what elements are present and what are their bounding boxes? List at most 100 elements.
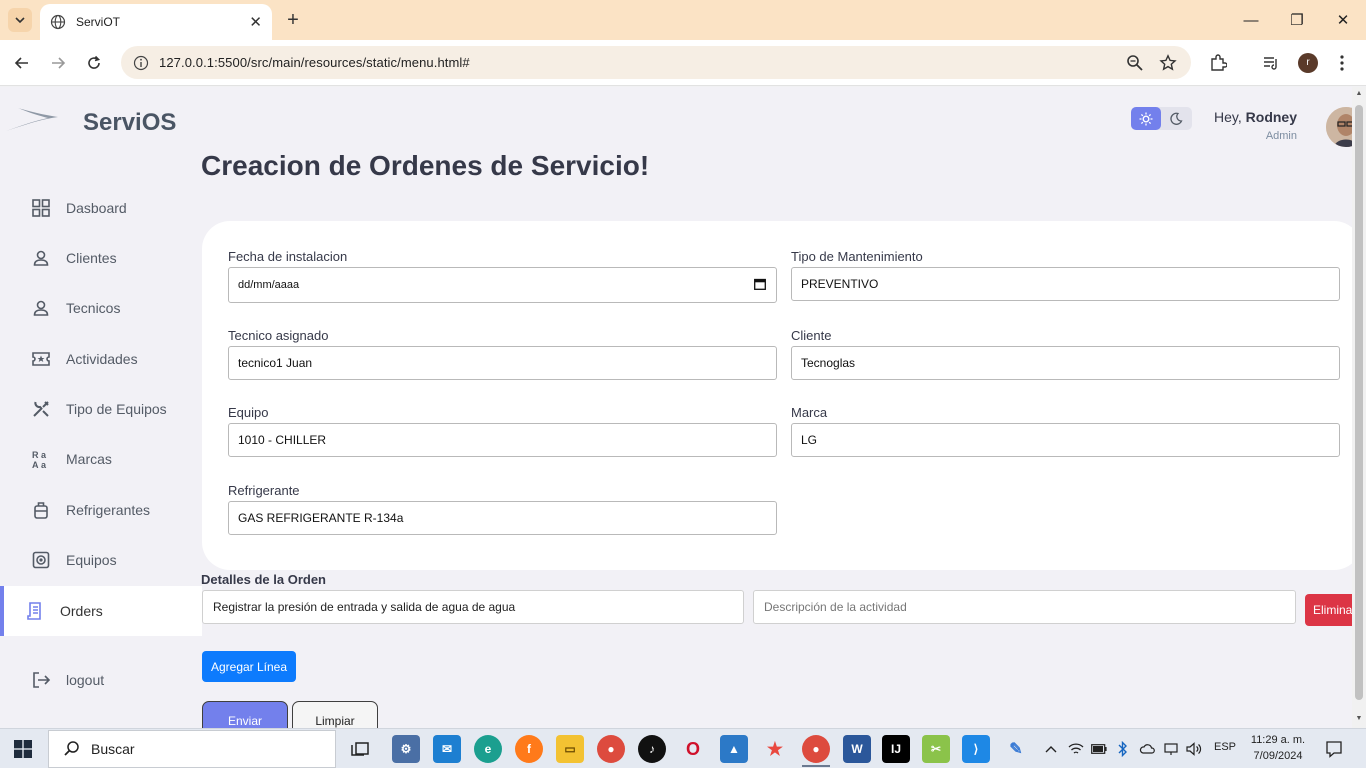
fecha-date-input[interactable]: dd/mm/aaaa [228, 267, 777, 303]
minimize-icon[interactable]: — [1228, 0, 1274, 40]
network-app-icon[interactable]: ⚙ [392, 735, 420, 763]
snipping-tool-icon[interactable]: ✂ [922, 735, 950, 763]
volume-icon[interactable] [1186, 741, 1202, 757]
refrigerante-field[interactable]: GAS REFRIGERANTE R-134a [228, 501, 777, 535]
paint-icon[interactable]: ✎ [1002, 735, 1030, 763]
svg-text:a: a [41, 460, 47, 469]
sidebar-item-label: Clientes [66, 250, 117, 266]
sidebar-item-marcas[interactable]: RaAa Marcas [0, 434, 202, 484]
window-close-icon[interactable]: ✕ [1320, 0, 1366, 40]
display-icon[interactable] [1163, 741, 1179, 757]
file-explorer-icon[interactable]: ▭ [556, 735, 584, 763]
sidebar-item-refrigerantes[interactable]: Refrigerantes [0, 485, 202, 535]
delete-line-button[interactable]: Eliminar [1305, 594, 1352, 626]
browser-profile-avatar[interactable]: r [1298, 53, 1318, 73]
tipo-mantenimiento-label: Tipo de Mantenimiento [791, 249, 923, 264]
marca-field[interactable]: LG [791, 423, 1340, 457]
site-info-icon[interactable] [133, 55, 149, 71]
taskbar-clock[interactable]: 11:29 a. m. 7/09/2024 [1242, 732, 1314, 764]
menu-kebab-icon[interactable] [1331, 52, 1353, 74]
sidebar-item-equipos[interactable]: Equipos [0, 535, 202, 585]
firefox-icon[interactable]: f [515, 735, 543, 763]
back-icon[interactable] [10, 51, 34, 75]
chrome-icon[interactable]: ● [597, 735, 625, 763]
person-icon [30, 248, 51, 269]
sidebar-item-clientes[interactable]: Clientes [0, 233, 202, 283]
forward-icon[interactable] [46, 51, 70, 75]
zoom-icon[interactable] [1126, 54, 1144, 72]
scrollbar-thumb[interactable] [1355, 105, 1363, 700]
tiktok-icon[interactable]: ♪ [638, 735, 666, 763]
chevron-up-icon[interactable] [1043, 741, 1059, 757]
windows-start-icon[interactable] [14, 740, 32, 758]
battery-icon[interactable] [1091, 741, 1107, 757]
sidebar-item-label: Orders [60, 603, 103, 619]
page-scrollbar[interactable]: ▲ ▼ [1352, 87, 1366, 728]
tipo-mantenimiento-field[interactable]: PREVENTIVO [791, 267, 1340, 301]
photos-icon[interactable]: ▲ [720, 735, 748, 763]
onedrive-icon[interactable] [1139, 741, 1155, 757]
address-bar[interactable]: 127.0.0.1:5500/src/main/resources/static… [121, 46, 1191, 79]
person-icon [30, 298, 51, 319]
grid-icon [30, 198, 51, 219]
tab-title: ServiOT [76, 15, 121, 29]
mail-icon[interactable]: ✉ [433, 735, 461, 763]
cliente-label: Cliente [791, 328, 832, 343]
intellij-icon[interactable]: IJ [882, 735, 910, 763]
restore-icon[interactable]: ❐ [1274, 0, 1320, 40]
svg-text:a: a [41, 450, 47, 460]
new-tab-icon[interactable]: + [283, 8, 303, 32]
word-icon[interactable]: W [843, 735, 871, 763]
activity-line-input[interactable]: Registrar la presión de entrada y salida… [202, 590, 744, 624]
sidebar-item-actividades[interactable]: Actividades [0, 334, 202, 384]
notification-icon[interactable] [1325, 740, 1343, 758]
globe-icon [50, 14, 66, 30]
sidebar-item-label: Marcas [66, 451, 112, 467]
chrome-active-icon[interactable]: ● [802, 735, 830, 763]
bookmark-star-icon[interactable] [1159, 54, 1177, 72]
calendar-icon[interactable] [754, 278, 766, 290]
sidebar-item-label: Tecnicos [66, 300, 121, 316]
sidebar-item-label: Dasboard [66, 200, 127, 216]
send-button[interactable]: Enviar [202, 701, 288, 728]
sidebar-item-label: logout [66, 672, 105, 688]
language-indicator[interactable]: ESP [1214, 741, 1236, 753]
browser-tab-bar: ServiOT ✕ + — ❐ ✕ [0, 0, 1366, 40]
app-page: ServiOS Dasboard Clientes Tecnicos Activ… [0, 87, 1352, 728]
sidebar-item-orders[interactable]: Orders [0, 586, 202, 636]
clear-button[interactable]: Limpiar [292, 701, 378, 728]
activity-description-input[interactable]: Descripción de la actividad [753, 590, 1296, 624]
opera-icon[interactable]: O [679, 735, 707, 763]
wifi-icon[interactable] [1068, 741, 1084, 757]
sidebar-item-label: Tipo de Equipos [66, 401, 167, 417]
vscode-icon[interactable]: ⟩ [962, 735, 990, 763]
add-line-button[interactable]: Agregar Línea [202, 651, 296, 682]
sun-icon[interactable] [1131, 107, 1161, 130]
tab-close-icon[interactable]: ✕ [249, 13, 262, 31]
bluetooth-icon[interactable] [1115, 741, 1131, 757]
taskbar-search-input[interactable]: Buscar [48, 730, 336, 768]
scroll-up-icon[interactable]: ▲ [1355, 90, 1363, 97]
edge-icon[interactable]: e [474, 735, 502, 763]
reload-icon[interactable] [82, 51, 106, 75]
browser-toolbar: 127.0.0.1:5500/src/main/resources/static… [0, 40, 1366, 86]
sidebar-item-tipo-de-equipos[interactable]: Tipo de Equipos [0, 384, 202, 434]
task-view-icon[interactable] [346, 735, 374, 763]
cliente-field[interactable]: Tecnoglas [791, 346, 1340, 380]
tecnico-field[interactable]: tecnico1 Juan [228, 346, 777, 380]
scroll-down-icon[interactable]: ▼ [1355, 715, 1363, 722]
sidebar-item-tecnicos[interactable]: Tecnicos [0, 283, 202, 333]
extensions-icon[interactable] [1207, 52, 1229, 74]
search-icon [64, 741, 79, 756]
avatar[interactable] [1326, 107, 1352, 147]
sidebar-item-label: Equipos [66, 552, 117, 568]
media-control-icon[interactable] [1260, 52, 1282, 74]
sidebar-item-dasboard[interactable]: Dasboard [0, 183, 202, 233]
tools-icon [30, 399, 51, 420]
ticket-icon [30, 349, 51, 370]
star-app-icon[interactable]: ★ [761, 735, 789, 763]
tab-search-icon[interactable] [8, 8, 32, 32]
equipo-field[interactable]: 1010 - CHILLER [228, 423, 777, 457]
browser-tab[interactable]: ServiOT ✕ [40, 4, 272, 40]
sidebar-item-logout[interactable]: logout [0, 655, 202, 705]
